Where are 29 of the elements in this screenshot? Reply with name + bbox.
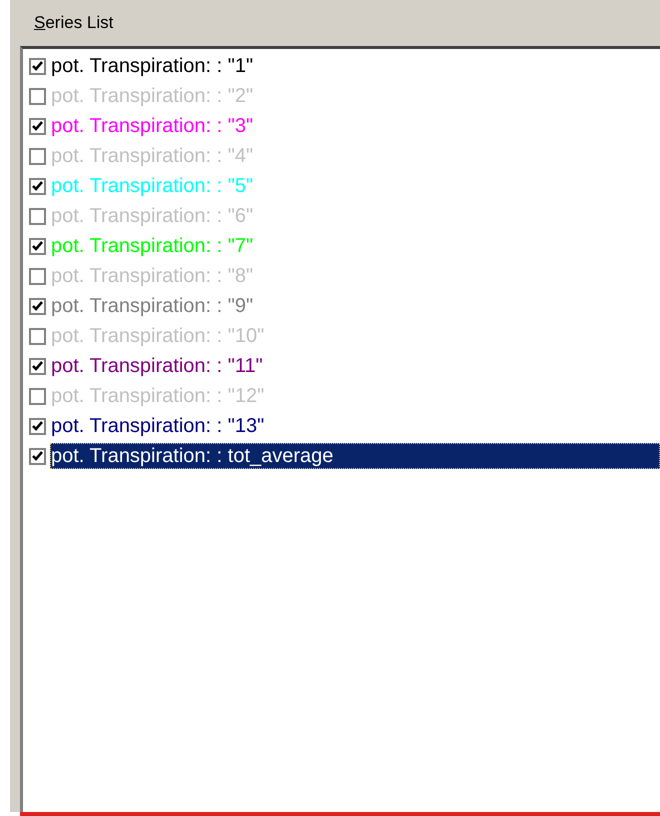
series-item[interactable]: pot. Transpiration: : "12" [50,383,270,409]
checkbox[interactable] [29,178,46,194]
series-item[interactable]: pot. Transpiration: : "2" [50,83,258,109]
checkbox[interactable] [29,388,46,404]
checkbox[interactable] [29,88,46,104]
checkbox[interactable] [29,298,46,314]
series-item[interactable]: pot. Transpiration: : "5" [50,173,258,199]
checkbox[interactable] [29,238,46,254]
series-item[interactable]: pot. Transpiration: : "9" [50,293,258,319]
series-item[interactable]: pot. Transpiration: : tot_average [50,443,660,469]
series-item[interactable]: pot. Transpiration: : "6" [50,203,258,229]
series-item[interactable]: pot. Transpiration: : "1" [50,53,258,79]
panel-label: Series List [34,12,114,34]
checkbox[interactable] [29,118,46,134]
checkbox[interactable] [29,328,46,344]
series-item[interactable]: pot. Transpiration: : "3" [50,113,258,139]
checkbox[interactable] [29,58,46,74]
series-item[interactable]: pot. Transpiration: : "8" [50,263,258,289]
series-item[interactable]: pot. Transpiration: : "13" [50,413,270,439]
checkbox[interactable] [29,148,46,164]
checkbox[interactable] [29,358,46,374]
series-item[interactable]: pot. Transpiration: : "4" [50,143,258,169]
series-item[interactable]: pot. Transpiration: : "10" [50,323,270,349]
checkbox[interactable] [29,448,46,464]
checkbox[interactable] [29,208,46,224]
series-item[interactable]: pot. Transpiration: : "7" [50,233,258,259]
checkbox[interactable] [29,418,46,434]
checkbox[interactable] [29,268,46,284]
series-item[interactable]: pot. Transpiration: : "11" [50,353,268,379]
